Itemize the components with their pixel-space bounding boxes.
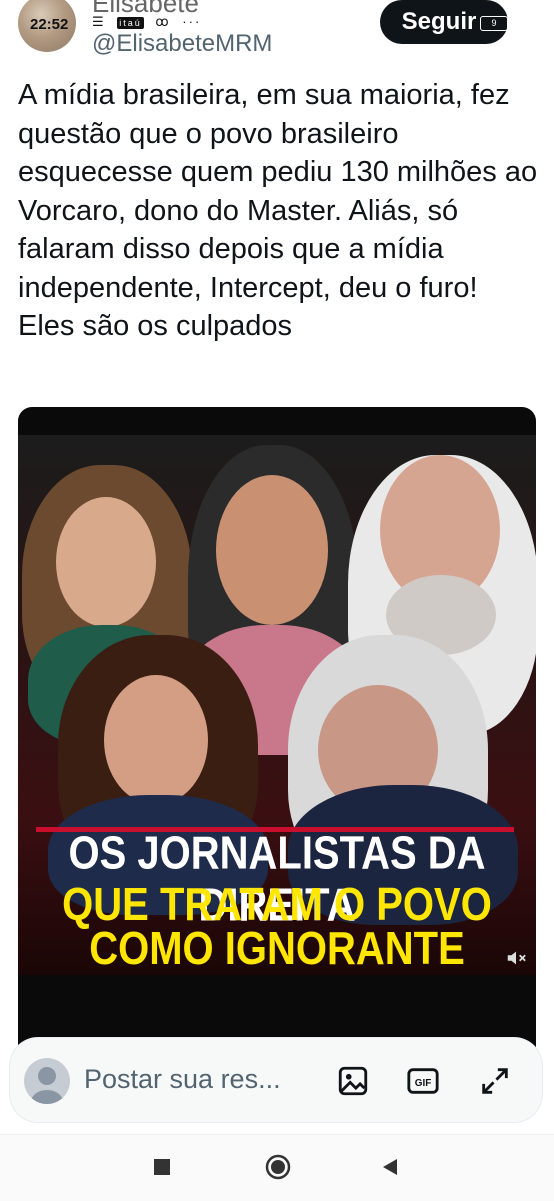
system-nav-bar (0, 1134, 554, 1201)
reply-composer[interactable]: Postar sua res... GIF (10, 1038, 542, 1122)
nav-recents-icon[interactable] (152, 1157, 172, 1177)
more-status-icon: ··· (182, 14, 202, 29)
battery-icon: 9 (480, 16, 508, 31)
nav-back-icon[interactable] (380, 1157, 400, 1177)
gif-icon[interactable]: GIF (406, 1064, 440, 1098)
svg-text:GIF: GIF (415, 1078, 432, 1089)
media-headline-line3: COMO IGNORANTE (89, 923, 465, 975)
status-icons: ☰ itaú ꝏ ··· (92, 14, 207, 30)
mute-icon[interactable] (505, 947, 527, 969)
voicemail-icon: ꝏ (155, 14, 171, 29)
tweet-media[interactable]: OS JORNALISTAS DA DIREITA QUE TRATAM O P… (18, 407, 536, 1097)
author-handle[interactable]: @ElisabeteMRM (92, 30, 272, 58)
notification-icon: ☰ (92, 14, 106, 29)
image-icon[interactable] (336, 1064, 370, 1098)
carrier-icon: itaú (117, 17, 144, 29)
expand-icon[interactable] (478, 1064, 512, 1098)
user-avatar-icon (24, 1058, 70, 1104)
tweet-header: Elisabete 22:52 ☰ itaú ꝏ ··· @ElisabeteM… (0, 0, 554, 70)
reply-input[interactable]: Postar sua res... (84, 1064, 281, 1095)
tweet-text: A mídia brasileira, em sua maioria, fez … (18, 79, 538, 342)
nav-home-icon[interactable] (264, 1153, 292, 1181)
status-time: 22:52 (30, 16, 69, 33)
